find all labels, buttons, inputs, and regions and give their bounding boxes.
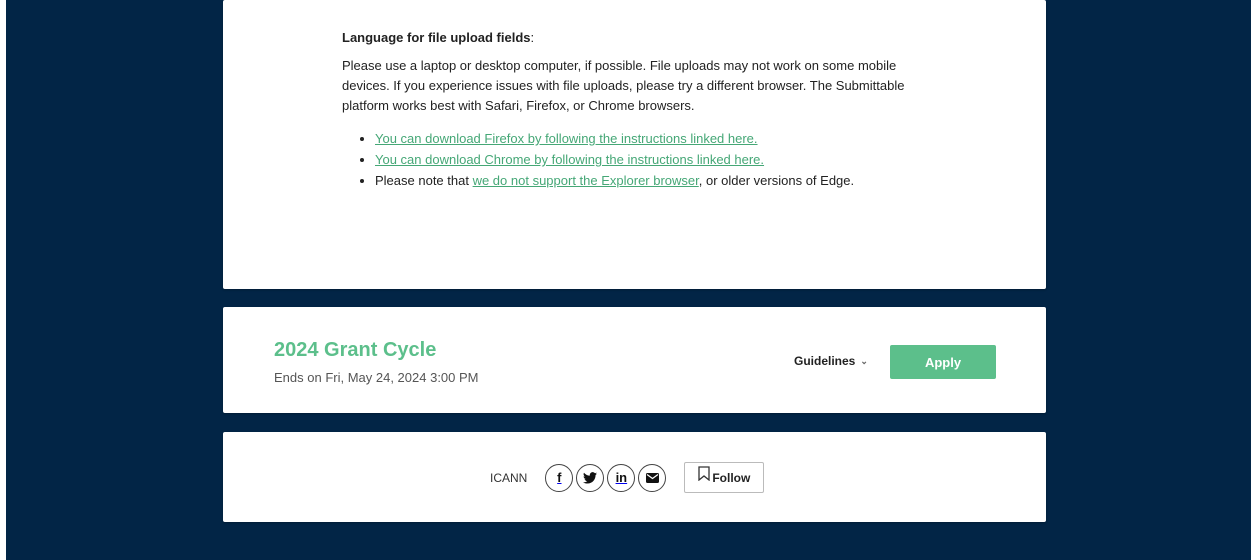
explorer-support-link[interactable]: we do not support the Explorer browser [473,173,699,188]
follow-button[interactable]: Follow [684,462,765,493]
list-item: You can download Firefox by following th… [375,128,995,149]
chevron-down-icon: ⌄ [860,355,868,366]
follow-label: Follow [712,470,751,485]
organization-footer-card: ICANN f in Follow [223,432,1046,522]
upload-language-heading: Language for file upload fields: [342,30,535,45]
grant-cycle-card: 2024 Grant Cycle Ends on Fri, May 24, 20… [223,307,1046,413]
linkedin-icon[interactable]: in [607,463,636,492]
twitter-icon[interactable] [576,463,605,492]
list-item: You can download Chrome by following the… [375,149,995,170]
grant-title[interactable]: 2024 Grant Cycle [274,339,436,362]
page-background: Language for file upload fields: Please … [6,0,1251,560]
email-icon[interactable] [638,463,667,492]
note-suffix: , or older versions of Edge. [698,173,855,188]
chrome-download-link[interactable]: You can download Chrome by following the… [375,152,764,167]
organization-name[interactable]: ICANN [490,471,527,485]
browser-links-list: You can download Firefox by following th… [342,128,995,191]
facebook-icon[interactable]: f [545,463,574,492]
upload-instructions-text: Please use a laptop or desktop computer,… [342,58,905,113]
bookmark-icon [698,466,710,481]
grant-deadline: Ends on Fri, May 24, 2024 3:00 PM [274,370,479,385]
upload-info-card: Language for file upload fields: Please … [223,0,1046,289]
list-item: Please note that we do not support the E… [375,170,995,191]
note-prefix: Please note that [375,173,473,188]
guidelines-label: Guidelines [794,354,856,368]
apply-button[interactable]: Apply [890,345,996,379]
firefox-download-link[interactable]: You can download Firefox by following th… [375,131,758,146]
guidelines-dropdown[interactable]: Guidelines ⌄ [794,354,868,368]
